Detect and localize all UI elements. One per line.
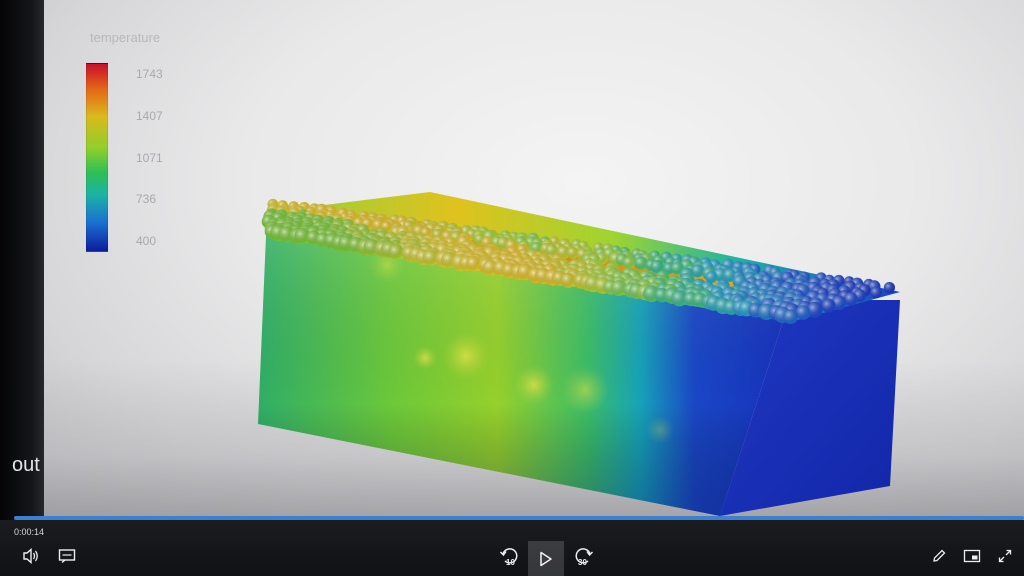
skip-back-button[interactable]: 10 bbox=[495, 542, 523, 570]
powder-particle-highlight bbox=[783, 309, 799, 325]
powder-particle-highlight bbox=[623, 256, 635, 269]
powder-bed-render bbox=[258, 192, 900, 516]
powder-particle-highlight bbox=[795, 305, 811, 320]
powder-particle-highlight bbox=[388, 244, 404, 260]
skip-back-label: 10 bbox=[506, 558, 515, 567]
fullscreen-button[interactable] bbox=[991, 542, 1019, 570]
fullscreen-icon bbox=[998, 549, 1012, 563]
elapsed-time: 0:00:14 bbox=[14, 527, 45, 537]
powder-particle-highlight bbox=[560, 272, 576, 288]
powder-particle-highlight bbox=[821, 298, 836, 313]
progress-bar[interactable] bbox=[14, 516, 1024, 520]
volume-icon bbox=[23, 548, 38, 564]
pen-icon bbox=[933, 549, 946, 562]
captions-button[interactable] bbox=[53, 542, 81, 570]
miniplayer-icon bbox=[963, 549, 981, 563]
skip-forward-label: 30 bbox=[578, 558, 587, 567]
play-button[interactable] bbox=[528, 541, 564, 576]
draw-button[interactable] bbox=[925, 542, 953, 570]
captions-icon bbox=[58, 549, 76, 564]
video-frame: temperature 1743 1407 1071 736 400 out 0… bbox=[0, 0, 1024, 576]
powder-particle-highlight bbox=[634, 256, 648, 270]
skip-forward-button[interactable]: 30 bbox=[570, 542, 598, 570]
miniplayer-button[interactable] bbox=[958, 542, 986, 570]
powder-particle-highlight bbox=[870, 286, 882, 299]
caption-text: out bbox=[12, 454, 40, 476]
powder-particle-highlight bbox=[883, 282, 896, 294]
play-icon bbox=[540, 551, 552, 566]
volume-button[interactable] bbox=[17, 542, 45, 570]
